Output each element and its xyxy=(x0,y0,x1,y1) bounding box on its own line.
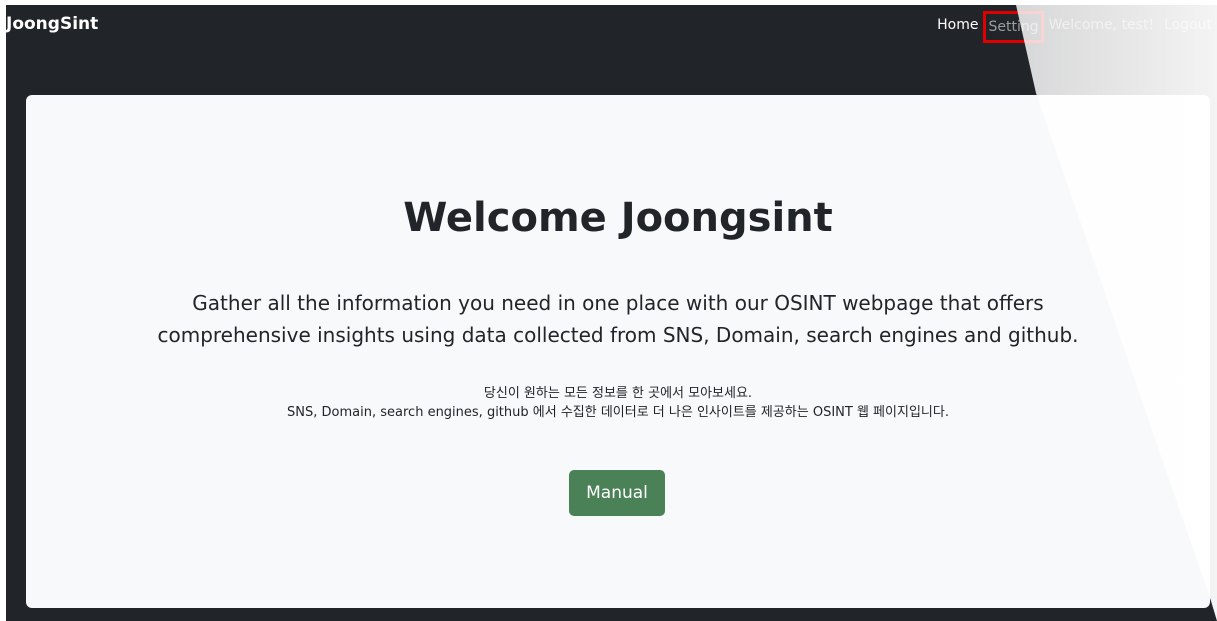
lead-line-1: Gather all the information you need in o… xyxy=(192,291,1044,315)
nav-home-link[interactable]: Home xyxy=(932,17,983,33)
hero-lead: Gather all the information you need in o… xyxy=(26,287,1210,351)
lead-line-2: comprehensive insights using data collec… xyxy=(157,323,1079,347)
hero-card: Welcome Joongsint Gather all the informa… xyxy=(26,95,1210,608)
korean-line-2: SNS, Domain, search engines, github 에서 수… xyxy=(287,405,949,420)
manual-button[interactable]: Manual xyxy=(569,470,665,516)
navbar: JoongSint Home Setting Welcome, test! Lo… xyxy=(6,5,1217,45)
page-title: Welcome Joongsint xyxy=(403,195,833,241)
brand-logo[interactable]: JoongSint xyxy=(6,14,98,34)
hero-korean-text: 당신이 원하는 모든 정보를 한 곳에서 모아보세요. SNS, Domain,… xyxy=(26,384,1210,422)
nav-setting-link[interactable]: Setting xyxy=(983,11,1044,43)
app-frame: JoongSint Home Setting Welcome, test! Lo… xyxy=(6,5,1217,621)
nav-welcome-link[interactable]: Welcome, test! xyxy=(1044,17,1159,33)
nav-logout-link[interactable]: Logout xyxy=(1159,17,1217,33)
nav-links: Home Setting Welcome, test! Logout xyxy=(932,5,1217,45)
korean-line-1: 당신이 원하는 모든 정보를 한 곳에서 모아보세요. xyxy=(483,386,753,401)
